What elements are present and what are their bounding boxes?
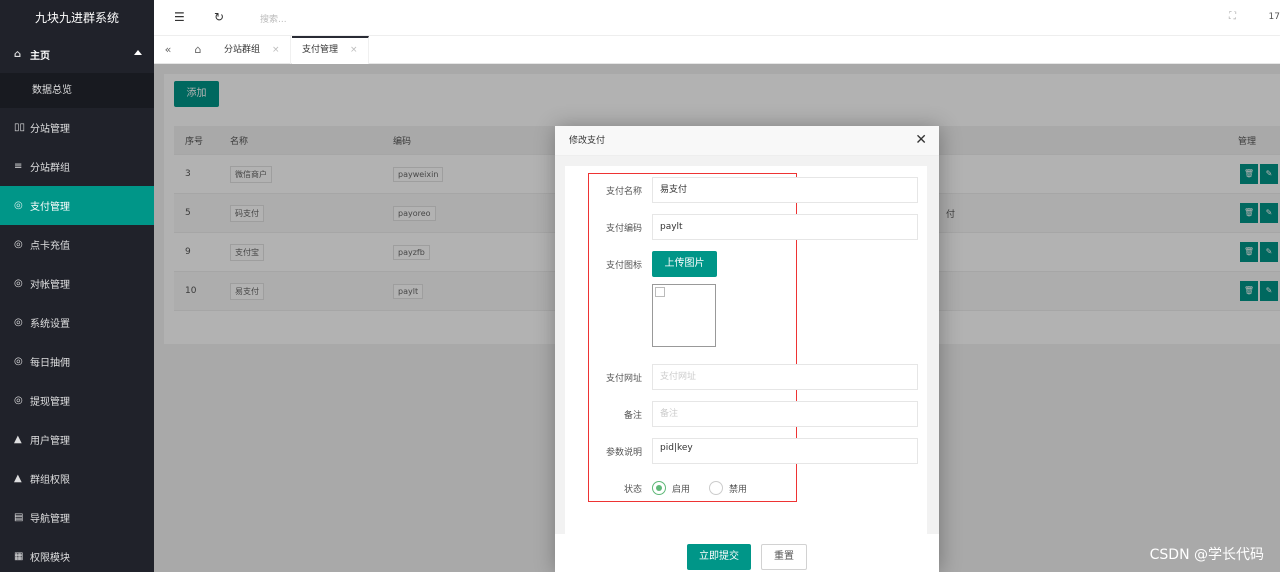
reset-button[interactable]: 重置 xyxy=(761,544,807,570)
radio-unchecked-icon xyxy=(709,481,723,495)
tab-label: 分站群组 xyxy=(224,45,261,55)
sidebar-item-icon: ▤ xyxy=(14,512,24,523)
sidebar-item-icon: ▯▯ xyxy=(14,122,26,133)
sidebar-item[interactable]: ◎ 点卡充值 xyxy=(0,225,154,264)
sidebar-item-label: 主页 xyxy=(30,51,50,62)
broken-image-icon xyxy=(655,287,665,297)
sidebar-item-label: 权限模块 xyxy=(30,553,70,564)
payment-code-input[interactable]: paylt xyxy=(652,214,918,240)
sidebar-item[interactable]: ▤ 导航管理 xyxy=(0,498,154,537)
header-user-info[interactable]: 17 xyxy=(1269,12,1280,22)
radio-label: 禁用 xyxy=(729,484,748,495)
sidebar-item-label: 系统设置 xyxy=(30,319,70,330)
caret-up-icon xyxy=(134,50,142,55)
dialog-title: 修改支付 xyxy=(555,126,939,156)
tab-payment-management[interactable]: 支付管理 × xyxy=(292,36,369,64)
app-title: 九块九进群系统 xyxy=(0,0,154,36)
radio-checked-icon xyxy=(652,481,666,495)
tab-label: 支付管理 xyxy=(302,45,339,55)
dialog-body: 支付名称 易支付 支付编码 paylt 支付图标 上传图片 支付网址 支付网址 … xyxy=(555,156,939,534)
refresh-icon[interactable]: ↻ xyxy=(214,10,224,24)
sidebar-item-label: 对帐管理 xyxy=(30,280,70,291)
payment-url-input[interactable]: 支付网址 xyxy=(652,364,918,390)
icon-preview-image xyxy=(652,284,716,347)
sidebar-item-icon: ≡ xyxy=(14,161,23,172)
dialog-footer: 立即提交 重置 xyxy=(555,534,939,572)
code-label: 支付编码 xyxy=(605,224,642,234)
upload-image-button[interactable]: 上传图片 xyxy=(652,251,717,277)
sidebar-item[interactable]: ◎ 对帐管理 xyxy=(0,264,154,303)
sidebar-item-label: 群组权限 xyxy=(30,475,70,486)
icon-label: 支付图标 xyxy=(605,261,642,271)
sidebar-item-home[interactable]: ⌂ 主页 xyxy=(0,36,154,73)
url-label: 支付网址 xyxy=(605,374,642,384)
sidebar-item-icon: ▲ xyxy=(14,434,22,445)
sidebar-item-icon: ◎ xyxy=(14,239,23,250)
name-label: 支付名称 xyxy=(605,187,642,197)
sidebar-item-label: 分站管理 xyxy=(30,124,70,135)
status-enabled-radio[interactable]: 启用 xyxy=(652,481,690,495)
sidebar: 九块九进群系统 ⌂ 主页 数据总览 ▯▯ 分站管理 ≡ 分站群组 ◎ 支付管理 ◎ 点卡充值 ◎… xyxy=(0,0,154,572)
sidebar-item[interactable]: ◎ 系统设置 xyxy=(0,303,154,342)
sidebar-item-icon: ◎ xyxy=(14,200,23,211)
sidebar-item-icon: ◎ xyxy=(14,395,23,406)
sidebar-item-label: 每日抽佣 xyxy=(30,358,70,369)
sidebar-item[interactable]: ▯▯ 分站管理 xyxy=(0,108,154,147)
radio-label: 启用 xyxy=(672,484,691,495)
status-disabled-radio[interactable]: 禁用 xyxy=(709,481,747,495)
sidebar-item[interactable]: ▦ 权限模块 xyxy=(0,537,154,572)
home-icon: ⌂ xyxy=(14,49,22,60)
sidebar-item-icon: ◎ xyxy=(14,317,23,328)
tabs-scroll-left-icon[interactable]: « xyxy=(154,36,182,64)
params-label: 参数说明 xyxy=(605,448,642,458)
submit-button[interactable]: 立即提交 xyxy=(687,544,751,570)
watermark: CSDN @学长代码 xyxy=(1149,547,1264,563)
sidebar-item[interactable]: ▲ 用户管理 xyxy=(0,420,154,459)
sidebar-item-label: 分站群组 xyxy=(30,163,70,174)
sidebar-item-icon: ◎ xyxy=(14,278,23,289)
close-icon[interactable]: ✕ xyxy=(915,132,927,148)
sidebar-item-label: 提现管理 xyxy=(30,397,70,408)
sidebar-item[interactable]: ▲ 群组权限 xyxy=(0,459,154,498)
sidebar-item-icon: ◎ xyxy=(14,356,23,367)
sidebar-item[interactable]: ≡ 分站群组 xyxy=(0,147,154,186)
tab-bar: « ⌂ 分站群组 × 支付管理 × xyxy=(154,36,1280,64)
sidebar-item-label: 导航管理 xyxy=(30,514,70,525)
tab-home-icon[interactable]: ⌂ xyxy=(184,36,212,64)
note-label: 备注 xyxy=(623,411,642,421)
payment-name-input[interactable]: 易支付 xyxy=(652,177,918,203)
sidebar-item-label: 用户管理 xyxy=(30,436,70,447)
close-icon[interactable]: × xyxy=(272,45,280,55)
status-label: 状态 xyxy=(623,485,642,495)
sidebar-item-label: 点卡充值 xyxy=(30,241,70,252)
edit-payment-dialog: 修改支付 ✕ 支付名称 易支付 支付编码 paylt 支付图标 上传图片 支付网… xyxy=(555,126,939,572)
sidebar-item-icon: ▦ xyxy=(14,551,24,562)
sidebar-item-icon: ▲ xyxy=(14,473,22,484)
payment-form: 支付名称 易支付 支付编码 paylt 支付图标 上传图片 支付网址 支付网址 … xyxy=(565,166,927,534)
params-textarea[interactable]: pid|key xyxy=(652,438,918,464)
menu-collapse-icon[interactable]: ☰ xyxy=(174,10,185,24)
sidebar-item-label: 支付管理 xyxy=(30,202,70,213)
close-icon[interactable]: × xyxy=(350,45,358,55)
note-input[interactable]: 备注 xyxy=(652,401,918,427)
tab-site-groups[interactable]: 分站群组 × xyxy=(214,36,291,64)
sidebar-item[interactable]: ◎ 提现管理 xyxy=(0,381,154,420)
fullscreen-icon[interactable]: ⛶ xyxy=(1229,11,1236,22)
top-header: ☰ ↻ 搜索... ⛶ 17 xyxy=(154,0,1280,36)
sidebar-item[interactable]: ◎ 支付管理 xyxy=(0,186,154,225)
sidebar-item[interactable]: ◎ 每日抽佣 xyxy=(0,342,154,381)
sidebar-subitem-overview[interactable]: 数据总览 xyxy=(0,73,154,108)
search-input[interactable]: 搜索... xyxy=(260,12,287,25)
